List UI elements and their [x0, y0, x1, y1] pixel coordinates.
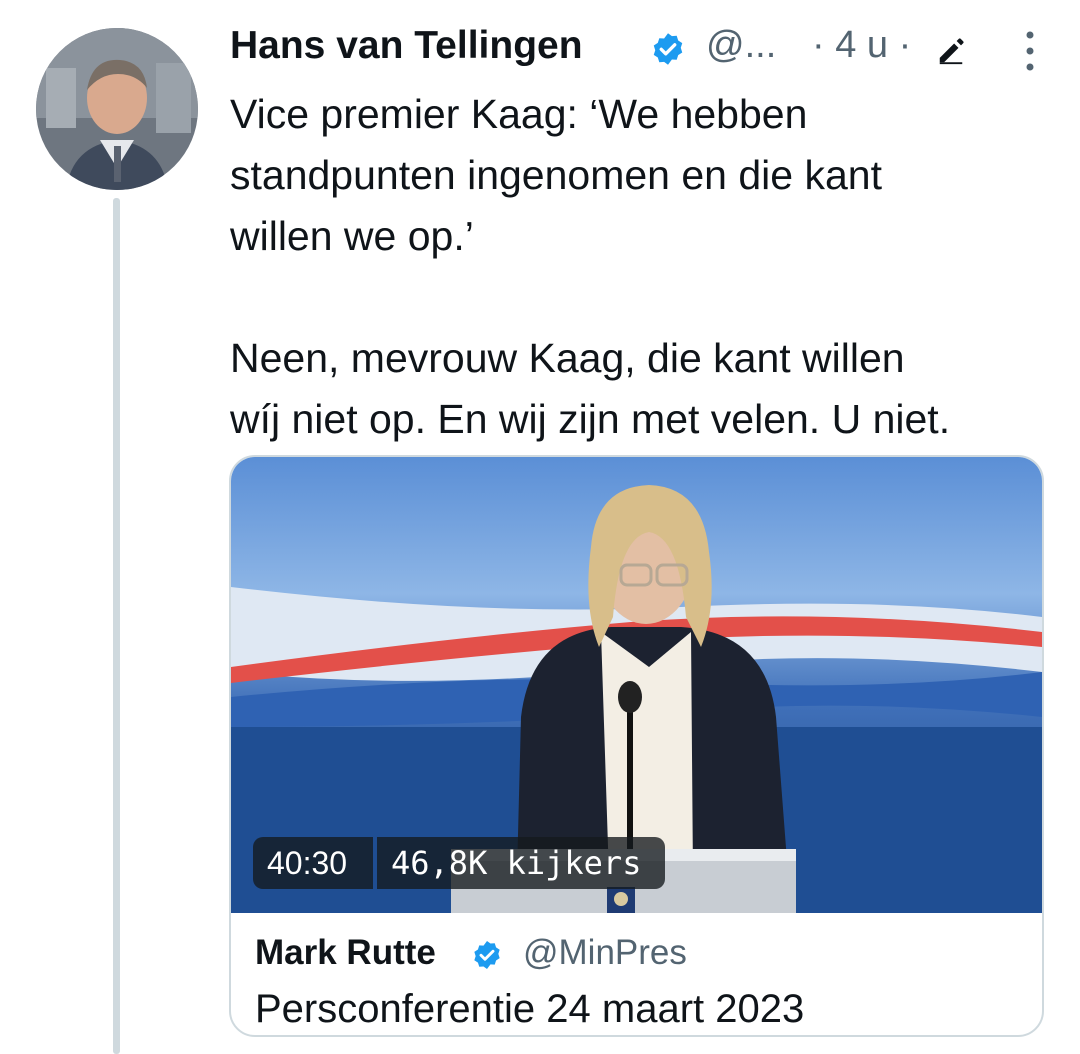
video-player[interactable]: 40:30 46,8K kijkers: [231, 457, 1042, 913]
more-vertical-icon[interactable]: [1010, 26, 1050, 76]
quoted-author-handle[interactable]: @MinPres: [523, 933, 687, 973]
quoted-author-name[interactable]: Mark Rutte: [255, 933, 436, 973]
video-duration-badge: 40:30: [253, 837, 373, 889]
author-handle[interactable]: @...: [706, 24, 776, 67]
quoted-tweet-card[interactable]: 40:30 46,8K kijkers Mark Rutte @MinPres …: [229, 455, 1044, 1037]
tweet-header: Hans van Tellingen @... · 4 u ·: [230, 22, 1050, 78]
author-name[interactable]: Hans van Tellingen: [230, 24, 583, 68]
verified-badge-icon: [474, 941, 500, 969]
quoted-tweet-text: Persconferentie 24 maart 2023: [255, 987, 805, 1031]
video-viewers-badge: 46,8K kijkers: [377, 837, 665, 889]
tweet-time[interactable]: · 4 u ·: [812, 24, 911, 67]
tweet-text: Vice premier Kaag: ‘We hebben standpunte…: [230, 91, 951, 442]
thread-line: [113, 198, 120, 1054]
author-avatar[interactable]: [36, 28, 198, 190]
pencil-icon: [939, 38, 964, 65]
verified-badge-icon: [653, 33, 683, 65]
avatar-photo: [36, 28, 198, 190]
